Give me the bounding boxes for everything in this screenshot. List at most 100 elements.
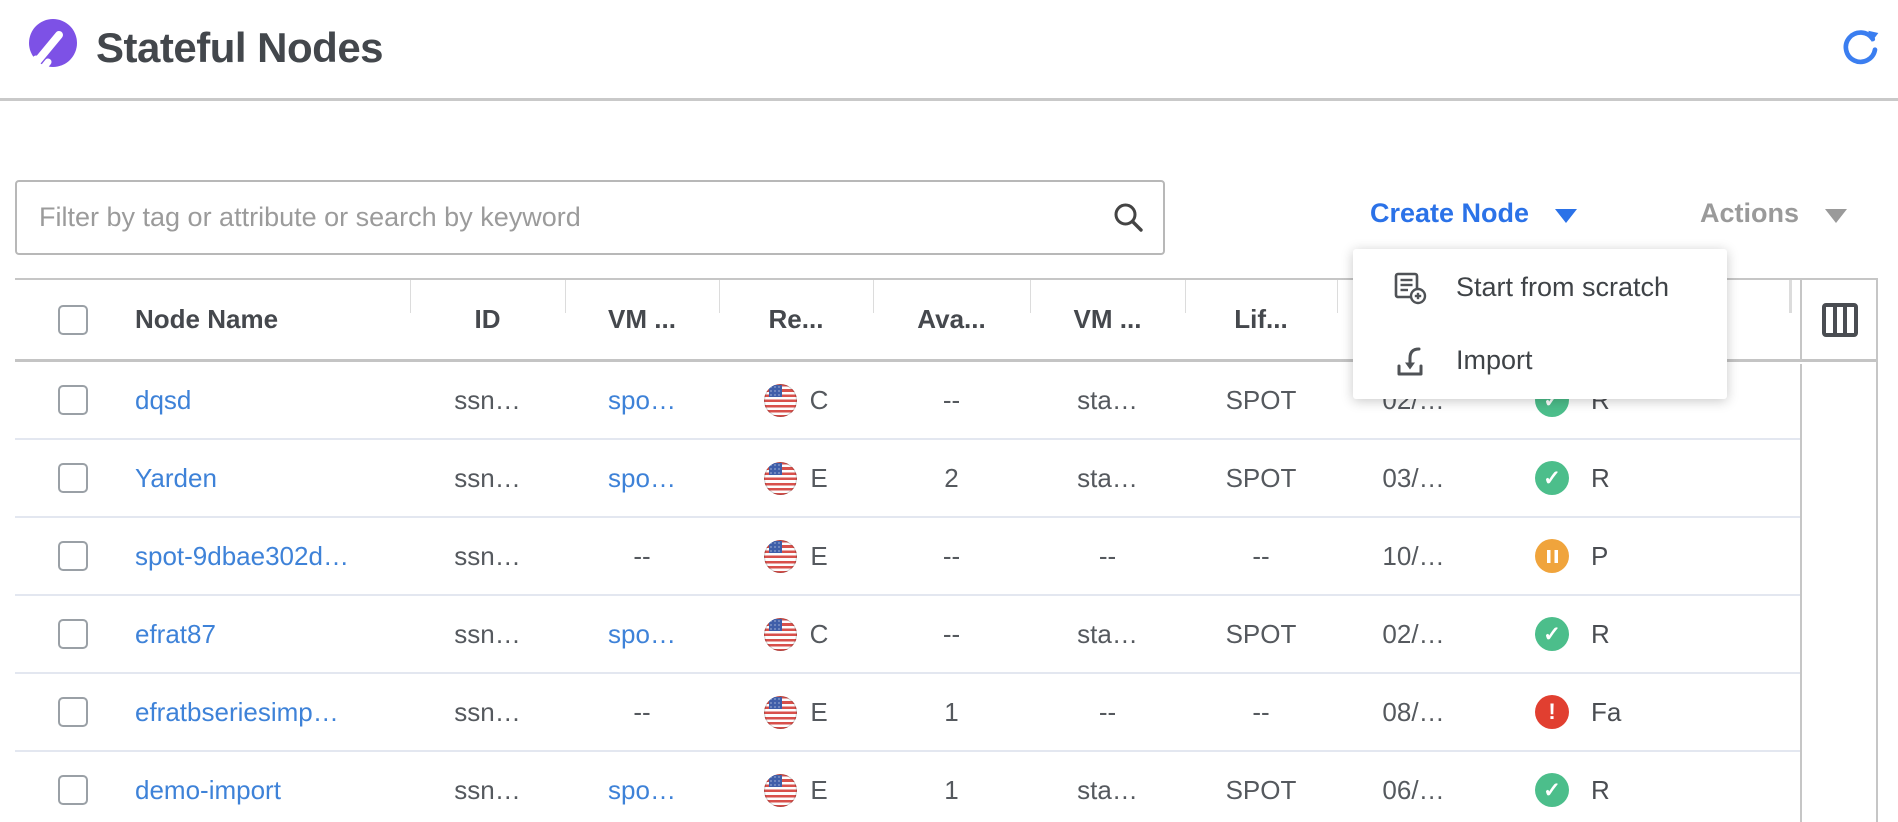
status-icon — [1535, 773, 1569, 807]
row-checkbox[interactable] — [58, 541, 88, 571]
create-node-menu: Start from scratch Import — [1353, 249, 1727, 399]
column-header-id[interactable]: ID — [410, 280, 565, 359]
availability-zone: -- — [873, 518, 1030, 594]
page-title: Stateful Nodes — [96, 24, 383, 72]
status-icon — [1535, 461, 1569, 495]
vm-name-link[interactable]: spo… — [608, 463, 676, 494]
table-row: efrat87 ssn… spo… C -- sta… SPOT 02/… R — [15, 596, 1800, 674]
table-row: demo-import ssn… spo… E 1 sta… SPOT 06/…… — [15, 752, 1800, 822]
status-icon — [1535, 617, 1569, 651]
us-flag-icon — [764, 696, 797, 729]
status-text: Fa — [1591, 697, 1621, 728]
created-date: 06/… — [1337, 752, 1490, 822]
menu-item-import[interactable]: Import — [1353, 324, 1727, 397]
column-header-node-name[interactable]: Node Name — [110, 280, 410, 359]
node-name-link[interactable]: dqsd — [135, 385, 191, 416]
stateful-nodes-page: Stateful Nodes Create Node Actions Node … — [0, 0, 1898, 822]
lifecycle: SPOT — [1185, 596, 1337, 672]
node-id: ssn… — [410, 518, 565, 594]
column-header-vm-size[interactable]: VM ... — [1030, 280, 1185, 359]
table-row: spot-9dbae302d… ssn… -- E -- -- -- 10/… … — [15, 518, 1800, 596]
select-all-checkbox[interactable] — [58, 305, 88, 335]
node-name-link[interactable]: efrat87 — [135, 619, 216, 650]
actions-button[interactable]: Actions — [1700, 198, 1847, 229]
us-flag-icon — [764, 618, 797, 651]
region-text: E — [810, 775, 827, 806]
table-row: Yarden ssn… spo… E 2 sta… SPOT 03/… R — [15, 440, 1800, 518]
vm-size: sta… — [1030, 752, 1185, 822]
status-text: P — [1591, 541, 1608, 572]
status-text: R — [1591, 463, 1610, 494]
availability-zone: 1 — [873, 752, 1030, 822]
column-header-lifecycle[interactable]: Lif... — [1185, 280, 1337, 359]
actions-label: Actions — [1700, 198, 1799, 229]
status-icon — [1535, 539, 1569, 573]
node-id: ssn… — [410, 440, 565, 516]
table-edge — [1876, 280, 1878, 364]
menu-item-label: Start from scratch — [1456, 272, 1669, 303]
create-node-button[interactable]: Create Node — [1370, 198, 1577, 229]
vm-size: -- — [1030, 674, 1185, 750]
availability-zone: 2 — [873, 440, 1030, 516]
refresh-icon[interactable] — [1840, 28, 1880, 68]
us-flag-icon — [764, 384, 797, 417]
node-name-link[interactable]: spot-9dbae302d… — [135, 541, 349, 572]
menu-item-label: Import — [1456, 345, 1533, 376]
vm-name-link[interactable]: spo… — [608, 775, 676, 806]
app-header: Stateful Nodes — [0, 0, 1898, 101]
row-checkbox[interactable] — [58, 463, 88, 493]
status-text: R — [1591, 619, 1610, 650]
created-date: 02/… — [1337, 596, 1490, 672]
lifecycle: SPOT — [1185, 362, 1337, 438]
node-id: ssn… — [410, 752, 565, 822]
us-flag-icon — [764, 540, 797, 573]
vm-size: -- — [1030, 518, 1185, 594]
vm-size: sta… — [1030, 596, 1185, 672]
menu-item-start-from-scratch[interactable]: Start from scratch — [1353, 251, 1727, 324]
availability-zone: -- — [873, 596, 1030, 672]
vm-name: -- — [565, 674, 719, 750]
row-checkbox[interactable] — [58, 385, 88, 415]
lifecycle: SPOT — [1185, 440, 1337, 516]
region-text: C — [810, 385, 829, 416]
document-plus-icon — [1392, 270, 1428, 306]
filter-bar — [15, 180, 1165, 255]
region-text: E — [810, 541, 827, 572]
lifecycle: -- — [1185, 518, 1337, 594]
row-checkbox[interactable] — [58, 775, 88, 805]
column-picker-icon[interactable] — [1821, 302, 1859, 338]
vm-size: sta… — [1030, 440, 1185, 516]
node-name-link[interactable]: demo-import — [135, 775, 281, 806]
node-id: ssn… — [410, 362, 565, 438]
vm-name: -- — [565, 518, 719, 594]
search-icon[interactable] — [1111, 200, 1147, 236]
node-name-link[interactable]: efratbseriesimp… — [135, 697, 339, 728]
row-checkbox[interactable] — [58, 697, 88, 727]
region-text: E — [810, 697, 827, 728]
vm-size: sta… — [1030, 362, 1185, 438]
column-header-availability[interactable]: Ava... — [873, 280, 1030, 359]
chevron-down-icon — [1825, 209, 1847, 223]
filter-input[interactable] — [15, 180, 1165, 255]
created-date: 08/… — [1337, 674, 1490, 750]
created-date: 03/… — [1337, 440, 1490, 516]
created-date: 10/… — [1337, 518, 1490, 594]
column-header-region[interactable]: Re... — [719, 280, 873, 359]
node-name-link[interactable]: Yarden — [135, 463, 217, 494]
column-header-vm-name[interactable]: VM ... — [565, 280, 719, 359]
create-node-label: Create Node — [1370, 198, 1529, 229]
node-id: ssn… — [410, 674, 565, 750]
node-id: ssn… — [410, 596, 565, 672]
spot-logo-icon — [22, 15, 82, 75]
vm-name-link[interactable]: spo… — [608, 385, 676, 416]
status-icon — [1535, 695, 1569, 729]
lifecycle: SPOT — [1185, 752, 1337, 822]
availability-zone: 1 — [873, 674, 1030, 750]
import-icon — [1392, 343, 1428, 379]
region-text: C — [810, 619, 829, 650]
chevron-down-icon — [1555, 209, 1577, 223]
row-checkbox[interactable] — [58, 619, 88, 649]
region-text: E — [810, 463, 827, 494]
column-picker-cell — [1800, 279, 1878, 361]
vm-name-link[interactable]: spo… — [608, 619, 676, 650]
